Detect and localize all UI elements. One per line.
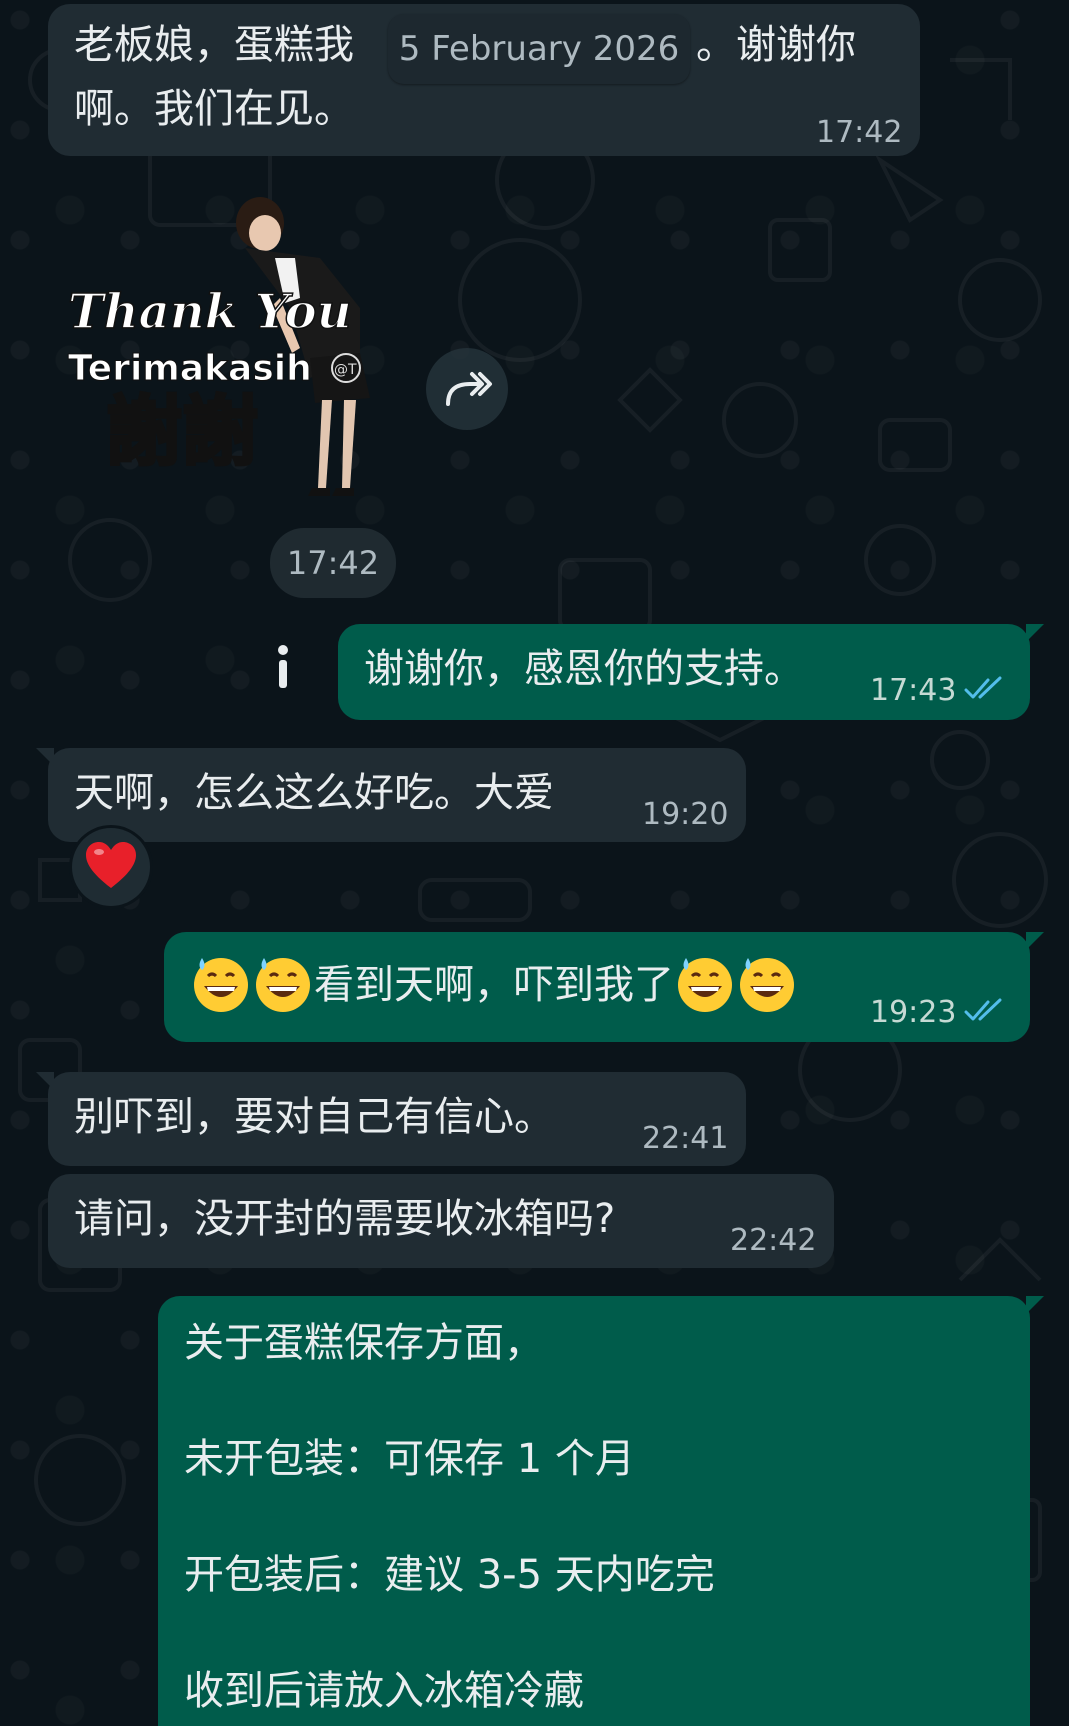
bubble-tail: [36, 748, 54, 766]
message-bubble-incoming[interactable]: 请问，没开封的需要收冰箱吗? 22:42: [48, 1174, 834, 1268]
bubble-tail: [1026, 1296, 1044, 1314]
sticker-thank-you[interactable]: Thank You Terimakasih 謝謝 @T: [60, 188, 400, 528]
message-text-line: 收到后请放入冰箱冷藏: [184, 1668, 584, 1714]
message-text: 别吓到，要对自己有信心。: [74, 1094, 554, 1140]
forward-icon: [446, 372, 492, 406]
grinning-face-with-sweat-icon: [256, 958, 310, 1012]
bubble-tail: [1026, 624, 1044, 642]
message-text: 谢谢你，感恩你的支持。: [364, 646, 804, 692]
message-time: 22:41: [642, 1121, 729, 1156]
sticker-text-thank-you: Thank You: [68, 284, 352, 340]
bubble-tail: [1026, 932, 1044, 950]
message-text-line: 开包装后：建议 3-5 天内吃完: [184, 1552, 715, 1598]
reaction-badge[interactable]: [72, 828, 150, 906]
message-text-tail: 。谢谢你: [696, 22, 856, 68]
message-text-line: 未开包装：可保存 1 个月: [184, 1436, 635, 1482]
red-heart-icon: [86, 842, 136, 888]
message-bubble-outgoing[interactable]: 看到天啊，吓到我了 19:23: [164, 932, 1044, 1042]
message-text-line: 关于蛋糕保存方面，: [184, 1320, 544, 1366]
message-bubble-incoming[interactable]: 天啊，怎么这么好吃。大爱 19:20: [36, 748, 746, 842]
sticker-text-terimakasih: Terimakasih: [68, 348, 312, 389]
info-button[interactable]: [248, 632, 318, 702]
message-bubble-incoming[interactable]: 别吓到，要对自己有信心。 22:41: [36, 1072, 746, 1166]
sticker-text-xiexie: 謝謝: [106, 387, 258, 476]
message-text: 请问，没开封的需要收冰箱吗?: [74, 1196, 616, 1242]
sticker-time: 17:42: [270, 528, 396, 598]
grinning-face-with-sweat-icon: [740, 958, 794, 1012]
message-bubble-outgoing[interactable]: 关于蛋糕保存方面， 未开包装：可保存 1 个月 开包装后：建议 3-5 天内吃完…: [158, 1296, 1044, 1726]
grinning-face-with-sweat-icon: [678, 958, 732, 1012]
message-time: 17:43: [870, 673, 957, 708]
sticker-image: Thank You Terimakasih 謝謝 @T: [67, 197, 370, 496]
message-time: 19:20: [642, 797, 729, 832]
message-bubble-outgoing[interactable]: 谢谢你，感恩你的支持。 17:43: [338, 624, 1044, 720]
message-time: 17:42: [816, 115, 903, 150]
message-text-line: 啊。我们在见。: [74, 86, 354, 132]
sticker-watermark: @T: [334, 362, 357, 378]
message-text: 天啊，怎么这么好吃。大爱: [74, 770, 554, 816]
grinning-face-with-sweat-icon: [194, 958, 248, 1012]
double-check-icon: [964, 676, 1002, 699]
message-time: 19:23: [870, 995, 957, 1030]
message-text-line: 老板娘，蛋糕我: [74, 22, 354, 68]
bubble-tail: [36, 1072, 54, 1090]
forward-button[interactable]: [426, 348, 508, 430]
double-check-icon: [964, 998, 1002, 1021]
date-chip: 5 February 2026: [388, 14, 690, 84]
message-time: 22:42: [730, 1223, 817, 1258]
info-icon: [278, 645, 288, 688]
message-text: 看到天啊，吓到我了: [314, 962, 674, 1008]
